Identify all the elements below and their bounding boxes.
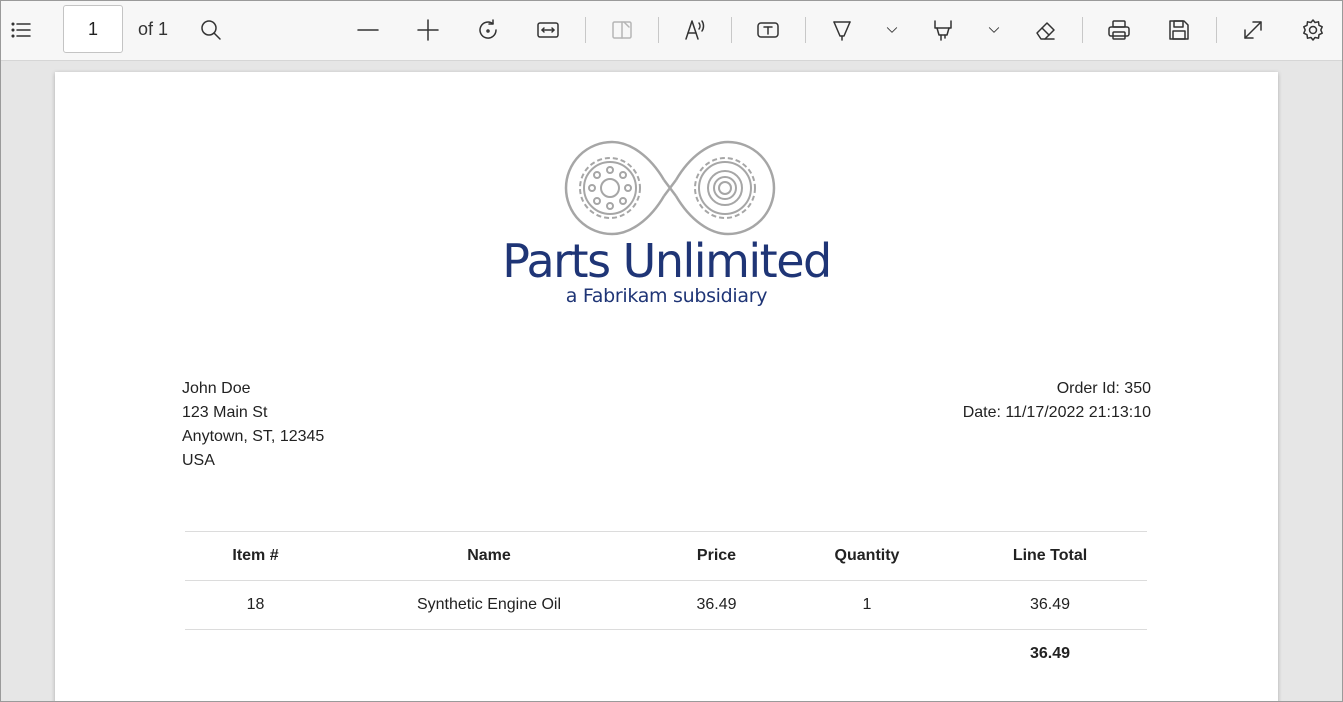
header-item: Item # (232, 547, 279, 564)
erase-icon[interactable] (1029, 14, 1061, 46)
pdf-toolbar: of 1 (0, 0, 1343, 61)
header-price: Price (696, 547, 737, 564)
draw-options-chevron-icon[interactable] (876, 14, 908, 46)
page-total-label: of 1 (138, 19, 169, 39)
cell-item: 18 (246, 596, 265, 613)
read-aloud-icon[interactable] (679, 14, 711, 46)
toolbar-divider (585, 17, 586, 43)
toolbar-divider (1082, 17, 1083, 43)
order-info: Order Id: 350 Date: 11/17/2022 21:13:10 (963, 377, 1151, 425)
header-quantity: Quantity (834, 547, 900, 564)
rotate-icon[interactable] (472, 14, 504, 46)
cell-price: 36.49 (696, 596, 737, 613)
cell-line-total: 36.49 (1029, 596, 1071, 613)
save-icon[interactable] (1163, 14, 1195, 46)
zoom-out-icon[interactable] (352, 14, 384, 46)
toolbar-divider (805, 17, 806, 43)
toolbar-divider (731, 17, 732, 43)
brand-subtitle: a Fabrikam subsidiary (565, 285, 768, 307)
customer-country: USA (182, 452, 215, 469)
toolbar-divider (1216, 17, 1217, 43)
table-total-row: 36.49 (185, 629, 1147, 679)
parts-unlimited-logo (564, 140, 776, 236)
customer-name: John Doe (182, 380, 251, 397)
order-table: Item # Name Price Quantity Line Total 18… (185, 531, 1147, 679)
order-total: 36.49 (1029, 645, 1071, 663)
settings-icon[interactable] (1297, 14, 1329, 46)
customer-street: 123 Main St (182, 404, 268, 421)
header-name: Name (467, 547, 511, 564)
header-line-total: Line Total (1012, 547, 1088, 564)
search-icon[interactable] (195, 14, 227, 46)
page-view-icon[interactable] (606, 14, 638, 46)
print-icon[interactable] (1103, 14, 1135, 46)
zoom-in-icon[interactable] (412, 14, 444, 46)
table-header-row: Item # Name Price Quantity Line Total (185, 531, 1147, 581)
highlight-icon[interactable] (927, 14, 959, 46)
text-box-icon[interactable] (752, 14, 784, 46)
highlight-options-chevron-icon[interactable] (978, 14, 1010, 46)
fit-width-icon[interactable] (532, 14, 564, 46)
order-date: Date: 11/17/2022 21:13:10 (962, 404, 1151, 421)
order-id: Order Id: 350 (1056, 380, 1151, 397)
page-number-input[interactable] (63, 5, 123, 53)
contents-icon[interactable] (5, 14, 37, 46)
cell-quantity: 1 (862, 596, 872, 613)
customer-city: Anytown, ST, 12345 (182, 428, 325, 445)
table-row: 18 Synthetic Engine Oil 36.49 1 36.49 (185, 580, 1147, 630)
brand-name: Parts Unlimited (502, 234, 832, 288)
draw-icon[interactable] (826, 14, 858, 46)
fullscreen-icon[interactable] (1237, 14, 1269, 46)
customer-address: John Doe 123 Main St Anytown, ST, 12345 … (182, 377, 324, 473)
toolbar-divider (658, 17, 659, 43)
document-page: Parts Unlimited a Fabrikam subsidiary Jo… (55, 72, 1278, 702)
cell-name: Synthetic Engine Oil (416, 596, 562, 613)
